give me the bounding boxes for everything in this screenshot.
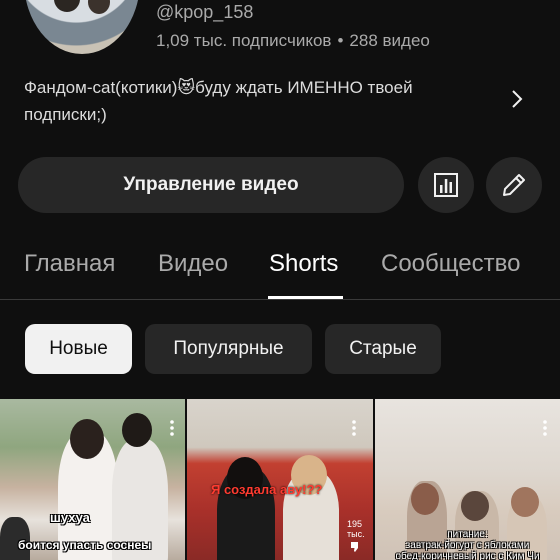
short-3-caption-line-3: обед-коричневый рис с Ким Чи bbox=[395, 551, 540, 560]
sort-chip-popular-label: Популярные bbox=[173, 338, 284, 359]
channel-stats: 1,09 тыс. подписчиков • 288 видео bbox=[156, 31, 430, 51]
short-1-caption-bottom: боится упасть соснеы bbox=[18, 538, 152, 552]
short-2-caption: Я создала аву!?? bbox=[211, 482, 323, 497]
short-3-caption-line-2: завтрак-йогурт с яблоками bbox=[405, 540, 530, 551]
tab-community[interactable]: Сообщество bbox=[381, 250, 520, 278]
short-2-views: 195 тыс. bbox=[347, 519, 365, 539]
analytics-icon bbox=[434, 173, 458, 197]
video-count: 288 видео bbox=[349, 31, 430, 50]
stats-separator: • bbox=[337, 31, 344, 50]
thumbnail-figure bbox=[461, 491, 489, 521]
more-vert-icon[interactable] bbox=[351, 419, 357, 437]
more-vert-icon[interactable] bbox=[542, 419, 548, 437]
thumbnail-figure bbox=[122, 413, 152, 447]
analytics-button[interactable] bbox=[418, 157, 474, 213]
description-line-2: подписки;) bbox=[24, 105, 107, 124]
sort-chip-new[interactable]: Новые bbox=[25, 324, 132, 374]
sort-chip-popular[interactable]: Популярные bbox=[145, 324, 312, 374]
thumbnail-figure bbox=[411, 483, 439, 515]
channel-avatar[interactable] bbox=[24, 0, 140, 54]
channel-tabs: Главная Видео Shorts Сообщество bbox=[0, 240, 560, 300]
description-line-1: Фандом-cat(котики)😻буду ждать ИМЕННО тво… bbox=[24, 78, 413, 97]
short-thumbnail-2[interactable]: Я создала аву!?? 195 тыс. bbox=[187, 399, 373, 560]
short-3-caption-line-1: питание: bbox=[447, 529, 488, 540]
short-thumbnail-1[interactable]: шухуа боится упасть соснеы bbox=[0, 399, 185, 560]
tab-home[interactable]: Главная bbox=[24, 250, 115, 278]
active-tab-indicator bbox=[268, 296, 343, 299]
subscriber-count: 1,09 тыс. подписчиков bbox=[156, 31, 332, 50]
more-vert-icon[interactable] bbox=[169, 419, 175, 437]
sort-chip-old-label: Старые bbox=[349, 338, 417, 359]
channel-handle: @kpop_158 bbox=[156, 2, 254, 22]
short-thumbnail-3[interactable]: питание: завтрак-йогурт с яблоками обед-… bbox=[375, 399, 560, 560]
dislike-icon bbox=[351, 542, 358, 552]
pencil-icon bbox=[503, 174, 525, 196]
tab-videos[interactable]: Видео bbox=[158, 250, 228, 278]
sort-chip-old[interactable]: Старые bbox=[325, 324, 441, 374]
thumbnail-figure bbox=[511, 487, 539, 517]
short-3-caption: питание: завтрак-йогурт с яблоками обед-… bbox=[375, 529, 560, 560]
manage-videos-button[interactable]: Управление видео bbox=[18, 157, 404, 213]
chevron-right-icon[interactable] bbox=[508, 88, 526, 110]
edit-channel-button[interactable] bbox=[486, 157, 542, 213]
channel-description[interactable]: Фандом-cat(котики)😻буду ждать ИМЕННО тво… bbox=[24, 74, 494, 128]
tab-shorts[interactable]: Shorts bbox=[269, 250, 338, 278]
manage-videos-label: Управление видео bbox=[123, 174, 299, 195]
thumbnail-figure bbox=[70, 419, 104, 459]
short-1-caption-top: шухуа bbox=[50, 510, 90, 525]
sort-chip-new-label: Новые bbox=[49, 338, 108, 359]
